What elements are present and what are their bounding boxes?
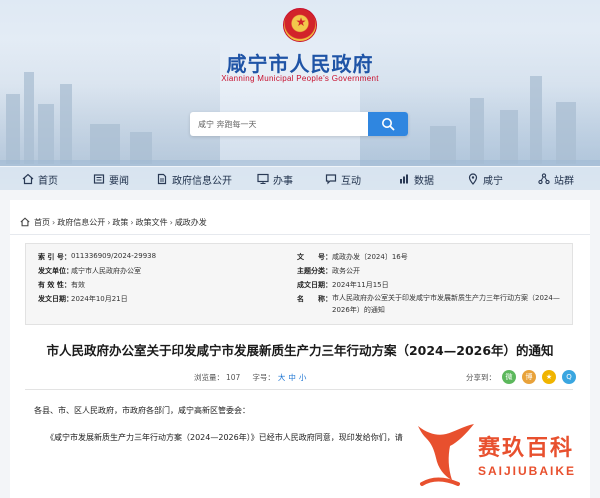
meta-name-value: 市人民政府办公室关于印发咸宁市发展新质生产力三年行动方案（2024—2026年）… xyxy=(332,294,560,314)
nav-item-gov-info[interactable]: 政府信息公开 xyxy=(156,167,232,190)
meta-index-label: 索 引 号： xyxy=(38,253,71,261)
font-size-large-button[interactable]: 大 xyxy=(278,372,286,383)
font-size-medium-button[interactable]: 中 xyxy=(288,372,296,383)
page-title: 市人民政府办公室关于印发咸宁市发展新质生产力三年行动方案（2024—2026年）… xyxy=(46,343,554,358)
meta-category-value: 政务公开 xyxy=(332,267,360,275)
building xyxy=(530,76,542,164)
breadcrumb-policy[interactable]: 政策 xyxy=(112,217,128,228)
meta-name-label: 名 称： xyxy=(297,295,332,303)
site-title: 咸宁市人民政府 xyxy=(226,52,374,76)
building xyxy=(24,72,34,164)
document-icon xyxy=(157,173,167,185)
views-count: 107 xyxy=(226,372,241,382)
share-bar: 分享到： 微 博 ★ Q xyxy=(466,369,576,385)
meta-unit-label: 发文单位： xyxy=(38,267,73,275)
nav-item-xianning[interactable]: 咸宁 xyxy=(467,167,503,190)
search-box xyxy=(190,112,408,136)
watermark-subtext: SAIJIUBAIKE xyxy=(478,464,577,478)
nav-label: 咸宁 xyxy=(483,175,503,187)
site-subtitle: Xianning Municipal People’s Government xyxy=(221,74,379,83)
home-icon xyxy=(22,173,34,185)
nav-label: 政府信息公开 xyxy=(172,175,232,187)
national-emblem-icon: ★ xyxy=(283,8,317,42)
meta-unit-value: 咸宁市人民政府办公室 xyxy=(71,267,141,275)
meta-validity-value: 有效 xyxy=(71,281,85,289)
doc-body-text: 《咸宁市发展新质生产力三年行动方案（2024—2026年）》已经市人民政府同意，… xyxy=(46,433,403,442)
breadcrumb-separator: › xyxy=(52,217,56,227)
watermark-text: 赛玖百科 xyxy=(478,436,575,461)
network-icon xyxy=(538,173,550,185)
nav-label: 办事 xyxy=(273,175,293,187)
search-input[interactable] xyxy=(198,112,366,136)
divider xyxy=(25,389,573,390)
meta-validity-label: 有 效 性： xyxy=(38,281,71,289)
doc-addressee: 各县、市、区人民政府，市政府各部门，咸宁高新区管委会： xyxy=(34,406,250,415)
breadcrumb-gov-info[interactable]: 政府信息公开 xyxy=(57,217,105,228)
views-label: 浏览量： xyxy=(194,372,224,382)
breadcrumb-home[interactable]: 首页 xyxy=(34,217,50,228)
monitor-icon xyxy=(257,173,269,184)
building xyxy=(90,124,120,164)
meta-docno-label: 文 号： xyxy=(297,253,332,261)
meta-date-value: 2024年10月21日 xyxy=(71,295,128,303)
home-icon xyxy=(20,217,30,227)
search-icon xyxy=(382,118,395,131)
weibo-icon[interactable]: 博 xyxy=(522,370,536,384)
building xyxy=(38,104,54,164)
nav-label: 数据 xyxy=(414,175,434,187)
meta-category-label: 主题分类： xyxy=(297,267,332,275)
building xyxy=(6,94,20,164)
watermark: 赛玖百科 SAIJIUBAIKE xyxy=(414,418,594,496)
building xyxy=(430,126,456,164)
nav-label: 站群 xyxy=(554,175,574,187)
nav-item-interaction[interactable]: 互动 xyxy=(325,167,361,190)
building xyxy=(60,84,72,164)
font-size-label: 字号： xyxy=(252,372,275,382)
chat-icon xyxy=(325,174,337,185)
meta-date-label: 发文日期： xyxy=(38,295,73,303)
qq-icon[interactable]: Q xyxy=(562,370,576,384)
nav-item-data[interactable]: 数据 xyxy=(398,167,434,190)
qzone-icon[interactable]: ★ xyxy=(542,370,556,384)
nav-item-news[interactable]: 要闻 xyxy=(93,167,129,190)
nav-item-home[interactable]: 首页 xyxy=(22,167,58,190)
building xyxy=(500,110,518,164)
nav-label: 首页 xyxy=(38,175,58,187)
meta-issued-label: 成文日期： xyxy=(297,281,332,289)
news-icon xyxy=(93,174,105,184)
building xyxy=(470,98,484,164)
doc-stats: 浏览量： 107 字号： 大 中 小 xyxy=(194,371,306,383)
breadcrumb-separator: › xyxy=(169,217,173,227)
nav-item-site-group[interactable]: 站群 xyxy=(538,167,574,190)
site-banner: ★ 咸宁市人民政府 Xianning Municipal People’s Go… xyxy=(0,0,600,190)
map-pin-icon xyxy=(468,173,478,185)
whale-tail-logo-icon xyxy=(418,424,474,486)
breadcrumb-separator: › xyxy=(130,217,134,227)
nav-label: 互动 xyxy=(341,175,361,187)
meta-issued-value: 2024年11月15日 xyxy=(332,281,389,289)
meta-index-value: 011336909/2024-29938 xyxy=(71,252,157,260)
meta-docno-value: 咸政办发〔2024〕16号 xyxy=(332,253,408,261)
breadcrumb-separator: › xyxy=(107,217,111,227)
breadcrumb-current[interactable]: 咸政办发 xyxy=(175,217,207,228)
search-button[interactable] xyxy=(368,112,408,136)
breadcrumb-policy-docs[interactable]: 政策文件 xyxy=(136,217,168,228)
building xyxy=(556,102,576,164)
share-label: 分享到： xyxy=(466,372,496,382)
nav-item-services[interactable]: 办事 xyxy=(257,167,293,190)
wechat-icon[interactable]: 微 xyxy=(502,370,516,384)
nav-label: 要闻 xyxy=(109,175,129,187)
chart-icon xyxy=(400,174,408,184)
font-size-small-button[interactable]: 小 xyxy=(299,372,307,383)
breadcrumb: 首页 › 政府信息公开 › 政策 › 政策文件 › 咸政办发 xyxy=(20,216,207,228)
doc-meta-table: 索 引 号： 011336909/2024-29938 发文单位： 咸宁市人民政… xyxy=(25,243,573,325)
divider xyxy=(10,234,590,235)
main-nav: 首页 要闻 政府信息公开 办事 互动 数据 咸宁 站群 xyxy=(0,166,600,190)
